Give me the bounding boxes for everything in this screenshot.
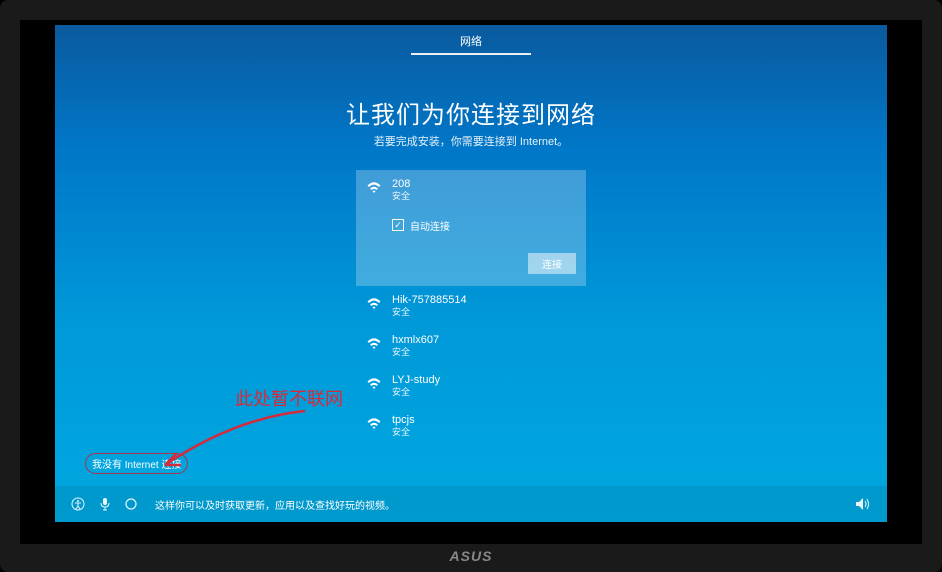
auto-connect-label: 自动连接 — [410, 218, 450, 233]
network-security: 安全 — [392, 347, 439, 358]
wifi-icon — [366, 376, 382, 390]
wifi-icon — [366, 336, 382, 350]
network-name: Hik-757885514 — [392, 294, 467, 307]
wifi-icon — [366, 416, 382, 430]
network-item[interactable]: hxmlx607 安全 — [356, 326, 586, 366]
header-tab-network[interactable]: 网络 — [411, 33, 531, 55]
network-item[interactable]: tpcjs 安全 — [356, 406, 586, 446]
network-item[interactable]: Hik-757885514 安全 — [356, 286, 586, 326]
wifi-icon — [366, 180, 382, 194]
volume-icon[interactable] — [855, 497, 871, 511]
network-item-selected[interactable]: 208 安全 ✓ 自动连接 连接 — [356, 170, 586, 286]
checkbox-icon[interactable]: ✓ — [392, 219, 404, 231]
circle-icon[interactable] — [125, 498, 137, 510]
auto-connect-row[interactable]: ✓ 自动连接 — [392, 218, 450, 233]
annotation-text: 此处暂不联网 — [235, 385, 343, 411]
oobe-screen: 网络 让我们为你连接到网络 若要完成安装，你需要连接到 Internet。 20… — [55, 25, 887, 522]
accessibility-icon[interactable] — [71, 497, 85, 511]
network-item[interactable]: LYJ-study 安全 — [356, 366, 586, 406]
monitor-brand-logo: ASUS — [450, 548, 493, 564]
network-name: 208 — [392, 178, 410, 191]
bottom-bar: 这样你可以及时获取更新，应用以及查找好玩的视频。 — [55, 486, 887, 522]
bottom-tip-text: 这样你可以及时获取更新，应用以及查找好玩的视频。 — [155, 497, 395, 512]
page-title: 让我们为你连接到网络 — [55, 95, 887, 130]
network-name: LYJ-study — [392, 374, 440, 387]
network-name: hxmlx607 — [392, 334, 439, 347]
page-subtitle: 若要完成安装，你需要连接到 Internet。 — [55, 133, 887, 149]
network-security: 安全 — [392, 307, 467, 318]
network-security: 安全 — [392, 427, 415, 438]
connect-button[interactable]: 连接 — [528, 253, 576, 274]
network-name: tpcjs — [392, 414, 415, 427]
network-security: 安全 — [392, 191, 410, 202]
network-list: 208 安全 ✓ 自动连接 连接 Hik-757885514 安全 — [356, 170, 586, 446]
no-internet-link[interactable]: 我没有 Internet 连接 — [85, 453, 188, 474]
wifi-icon — [366, 296, 382, 310]
network-security: 安全 — [392, 387, 440, 398]
microphone-icon[interactable] — [99, 497, 111, 511]
